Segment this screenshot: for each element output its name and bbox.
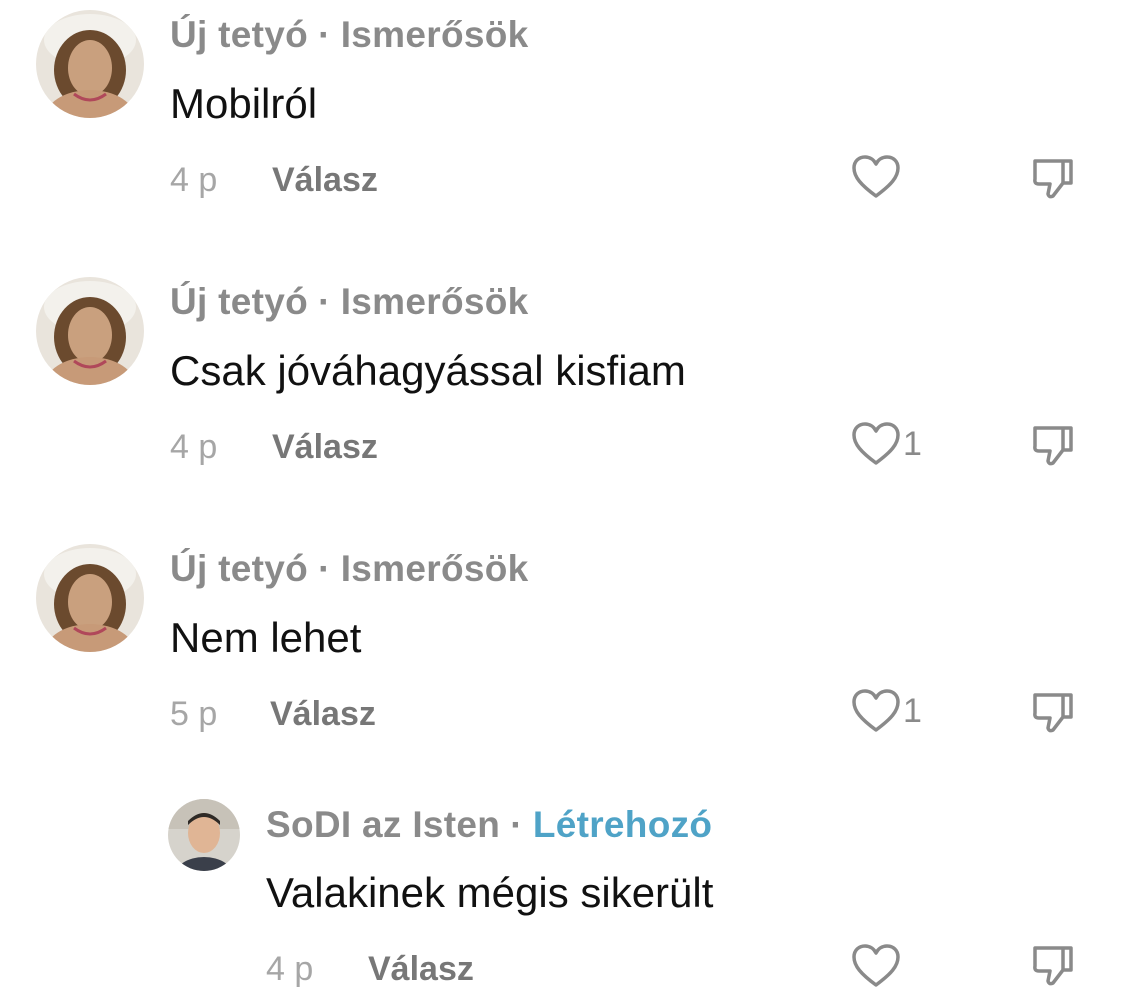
avatar-image <box>168 799 240 871</box>
like-button[interactable] <box>851 943 903 989</box>
avatar[interactable] <box>168 799 240 871</box>
dislike-button[interactable] <box>1030 943 1076 989</box>
comment-text: Valakinek mégis sikerült <box>266 869 714 916</box>
creator-tag: Létrehozó <box>532 804 713 845</box>
comment-header: SoDI az Isten · Létrehozó <box>266 804 712 846</box>
reply-button[interactable]: Válasz <box>368 950 474 989</box>
timestamp: 4 p <box>266 950 314 988</box>
author-name[interactable]: SoDI az Isten <box>266 804 500 845</box>
reply-comment: SoDI az Isten · Létrehozó Valakinek mégis … <box>0 0 1125 993</box>
separator-dot: · <box>510 804 523 845</box>
heart-icon <box>852 944 900 987</box>
thumbs-down-icon <box>1033 946 1073 986</box>
